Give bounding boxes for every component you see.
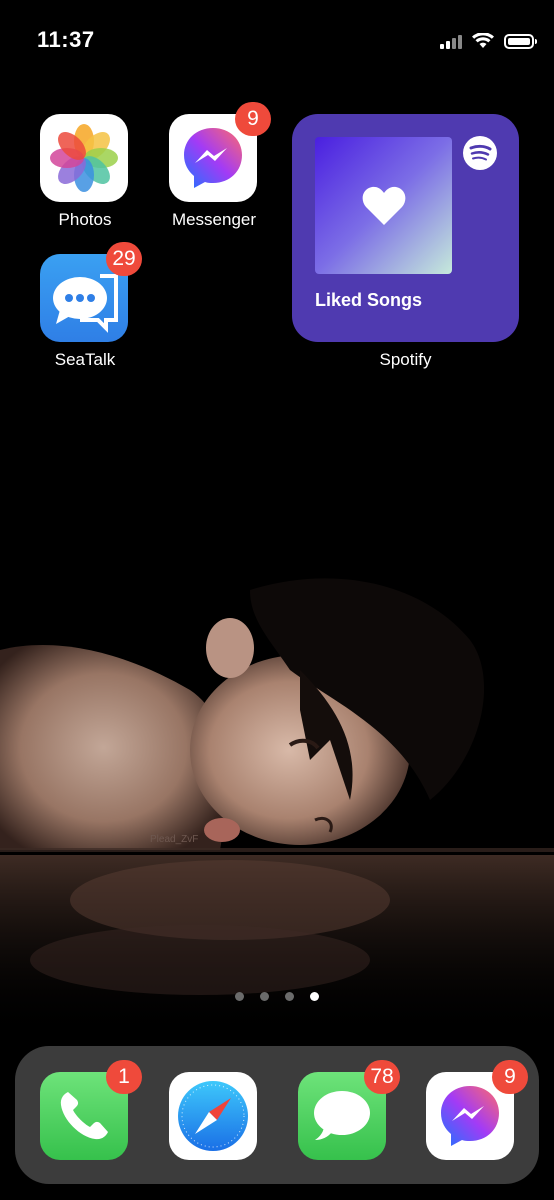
widget-title: Liked Songs <box>315 290 423 310</box>
heart-icon <box>362 186 405 225</box>
spotify-widget[interactable]: Liked Songs <box>292 114 519 342</box>
app-label: Photos <box>58 210 112 229</box>
page-dot[interactable] <box>235 992 244 1001</box>
app-messenger[interactable]: 9 Messenger <box>169 102 271 230</box>
phone-icon[interactable]: 1 <box>40 1060 142 1160</box>
page-dot[interactable] <box>285 992 294 1001</box>
seatalk-icon[interactable]: 29 <box>40 242 142 342</box>
app-label: Messenger <box>171 210 257 229</box>
widget-label: Spotify <box>379 350 432 369</box>
battery-icon <box>504 33 537 49</box>
page-dot-active[interactable] <box>310 992 319 1001</box>
app-seatalk[interactable]: 29 SeaTalk <box>40 242 142 370</box>
dock-app-safari[interactable] <box>169 1072 259 1160</box>
messenger-icon[interactable]: 9 <box>426 1060 528 1160</box>
messages-icon[interactable]: 78 <box>298 1060 400 1160</box>
dock-app-phone[interactable]: 1 <box>40 1060 142 1160</box>
page-dot[interactable] <box>260 992 269 1001</box>
status-time: 11:37 <box>37 27 95 52</box>
notification-badge: 9 <box>235 102 271 136</box>
app-photos[interactable]: Photos <box>40 114 130 230</box>
wifi-icon <box>472 33 494 48</box>
liked-songs-artwork[interactable] <box>315 137 452 274</box>
dock-app-messenger[interactable]: 9 <box>426 1060 528 1160</box>
app-label: SeaTalk <box>54 350 116 369</box>
cellular-signal-icon <box>440 33 462 49</box>
notification-badge: 29 <box>106 242 142 276</box>
spotify-logo-icon <box>463 136 497 170</box>
photos-flower-icon <box>50 124 118 192</box>
page-indicator[interactable] <box>235 992 319 1001</box>
status-icons <box>440 30 537 52</box>
wallpaper-watermark: Plead_ZvF <box>150 834 198 845</box>
compass-icon <box>178 1081 248 1151</box>
wallpaper-image: Plead_ZvF <box>0 578 554 1040</box>
messenger-icon[interactable]: 9 <box>169 102 271 202</box>
notification-badge: 78 <box>364 1060 400 1094</box>
notification-badge: 1 <box>106 1060 142 1094</box>
photos-icon[interactable] <box>40 114 128 202</box>
dock-app-messages[interactable]: 78 <box>298 1060 400 1160</box>
safari-icon[interactable] <box>169 1072 257 1160</box>
notification-badge: 9 <box>492 1060 528 1094</box>
